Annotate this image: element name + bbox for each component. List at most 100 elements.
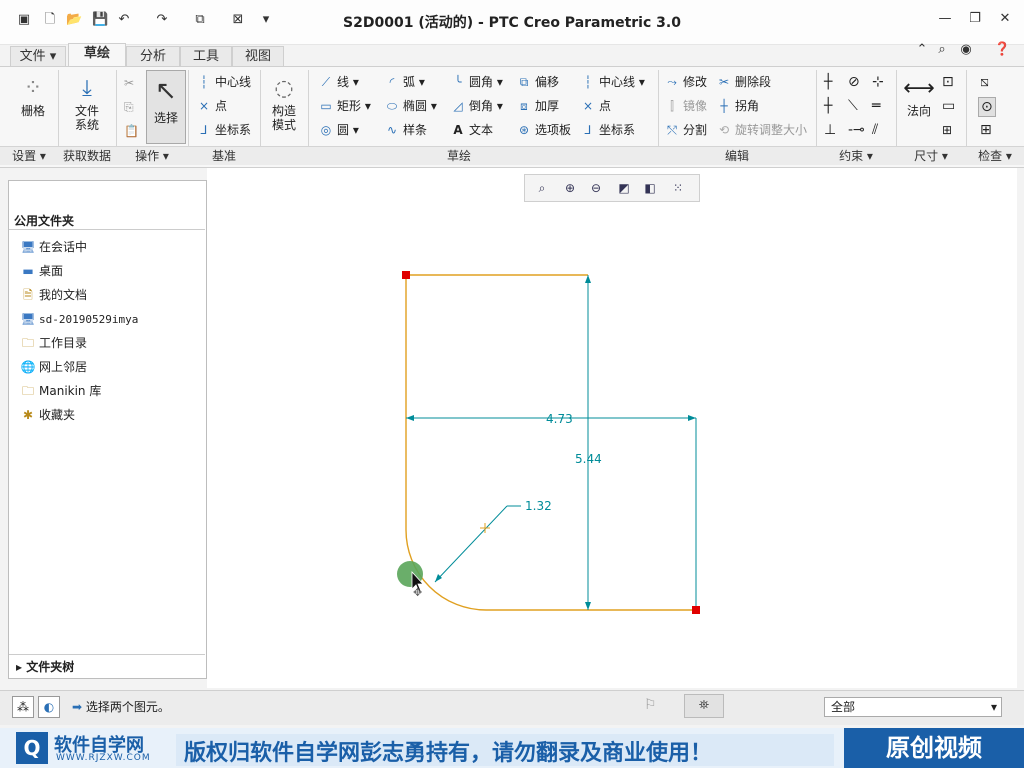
folder-item-desktop[interactable]: ▬ 桌面	[20, 261, 63, 281]
equal-constraint-icon[interactable]: ═	[872, 97, 880, 115]
mirror-button[interactable]: ⫿ 镜像	[664, 97, 707, 115]
group-inspect[interactable]: 检查 ▾	[966, 146, 1024, 165]
zoom-out-icon[interactable]: ⊖	[587, 179, 605, 197]
group-datum: 基准	[188, 146, 260, 165]
maximize-icon[interactable]: ❐	[966, 10, 984, 28]
folder-item-computer[interactable]: 🖥 sd-20190529imya	[20, 309, 138, 329]
rectangle-button[interactable]: ▭ 矩形 ▾	[318, 97, 371, 115]
dimension-radius[interactable]: 1.32	[525, 499, 552, 513]
folder-tree-toggle[interactable]: ▸ 文件夹树	[16, 658, 74, 675]
group-constrain[interactable]: 约束 ▾	[816, 146, 896, 165]
line-icon: ⟋	[321, 75, 331, 89]
navigator-toggle-icon[interactable]: ⁂	[12, 696, 34, 718]
sketch-centerline-button[interactable]: ┆ 中心线 ▾	[580, 73, 644, 91]
construction-mode-button[interactable]: ◌ 构造模式	[266, 74, 302, 132]
coincident-constraint-icon[interactable]: ⟍	[848, 97, 858, 115]
collapse-ribbon-icon[interactable]: ⌃	[914, 42, 930, 58]
selection-filter[interactable]: 全部 ▾	[824, 697, 1002, 717]
start-point[interactable]	[402, 271, 410, 279]
tab-tools[interactable]: 工具	[180, 46, 232, 67]
dimension-width[interactable]: 4.73	[546, 412, 573, 426]
baseline-icon[interactable]: ▭	[942, 97, 955, 115]
reference-icon[interactable]: ⊞	[942, 121, 952, 139]
community-icon[interactable]: ◉	[958, 42, 974, 58]
help-icon[interactable]: ❓	[994, 42, 1010, 58]
sketch-canvas[interactable]: 4.73 5.44 1.32 ✥	[207, 168, 1017, 688]
folder-item-manikin[interactable]: 🗀 Manikin 库	[20, 381, 101, 401]
paste-icon[interactable]: 📋	[124, 122, 139, 140]
perpendicular-constraint-icon[interactable]: ⊥	[824, 121, 836, 139]
spline-button[interactable]: ∿ 样条	[384, 121, 427, 139]
close-icon[interactable]: ✕	[996, 10, 1014, 28]
datum-point-button[interactable]: × 点	[196, 97, 227, 115]
palette-button[interactable]: ⊛ 选项板	[516, 121, 571, 139]
minimize-icon[interactable]: —	[936, 10, 954, 28]
datum-centerline-button[interactable]: ┆ 中心线	[196, 73, 251, 91]
parallel-constraint-icon[interactable]: ⫽	[872, 121, 878, 139]
display-style-icon[interactable]: ◧	[641, 179, 659, 197]
window-title: S2D0001 (活动的) - PTC Creo Parametric 3.0	[343, 15, 681, 31]
dimension-height[interactable]: 5.44	[575, 452, 602, 466]
group-dimension[interactable]: 尺寸 ▾	[896, 146, 966, 165]
tab-file[interactable]: 文件 ▾	[10, 46, 66, 67]
text-button[interactable]: A 文本	[450, 121, 493, 139]
fillet-button[interactable]: ╰ 圆角 ▾	[450, 73, 502, 91]
divide-button[interactable]: ⤲ 分割	[664, 121, 707, 139]
circle-icon: ◎	[320, 123, 332, 137]
ellipse-button[interactable]: ⬭ 椭圆 ▾	[384, 97, 437, 115]
csys-icon: ⅃	[200, 123, 208, 137]
symmetric-constraint-icon[interactable]: -⊸	[848, 121, 865, 139]
zoom-in-icon[interactable]: ⊕	[561, 179, 579, 197]
sketch-display-filter-icon[interactable]: ⁙	[669, 179, 687, 197]
flag-icon[interactable]: ⚐	[644, 697, 657, 713]
datum-csys-button[interactable]: ⅃ 坐标系	[196, 121, 251, 139]
group-setup[interactable]: 设置 ▾	[0, 146, 58, 165]
circle-button[interactable]: ◎ 圆 ▾	[318, 121, 359, 139]
normal-dimension-button[interactable]: ⟷ 法向	[900, 74, 938, 118]
chamfer-button[interactable]: ◿ 倒角 ▾	[450, 97, 502, 115]
file-system-button[interactable]: ⤓ 文件系统	[66, 74, 108, 132]
desktop-icon: ▬	[22, 264, 34, 278]
cursor-arrow-icon: ↖	[155, 76, 177, 106]
rotate-resize-button[interactable]: ⟲ 旋转调整大小	[716, 121, 807, 139]
horizontal-constraint-icon[interactable]: ┼	[824, 97, 832, 115]
sketch-point-button[interactable]: × 点	[580, 97, 611, 115]
shade-closed-loops-icon[interactable]: ⊞	[980, 121, 992, 139]
grid-button[interactable]: ⁘ 栅格	[14, 74, 52, 118]
thicken-button[interactable]: ⧈ 加厚	[516, 97, 559, 115]
offset-button[interactable]: ⧉ 偏移	[516, 73, 559, 91]
highlight-open-ends-icon[interactable]: ⊙	[978, 97, 996, 117]
browser-toggle-icon[interactable]: ◐	[38, 696, 60, 718]
vertical-constraint-icon[interactable]: ┼	[824, 73, 832, 91]
select-button[interactable]: ↖ 选择	[146, 70, 186, 144]
folder-item-session[interactable]: 🖥 在会话中	[20, 237, 87, 257]
cut-icon[interactable]: ✂	[124, 74, 134, 92]
folder-item-working-directory[interactable]: 🗀 工作目录	[20, 333, 87, 353]
delete-segment-button[interactable]: ✂ 删除段	[716, 73, 771, 91]
tab-sketch[interactable]: 草绘	[68, 43, 126, 67]
group-operations[interactable]: 操作 ▾	[116, 146, 188, 165]
sketch-csys-button[interactable]: ⅃ 坐标系	[580, 121, 635, 139]
repaint-icon[interactable]: ◩	[615, 179, 633, 197]
palette-icon: ⊛	[518, 123, 530, 137]
line-button[interactable]: ⟋ 线 ▾	[318, 73, 359, 91]
folder-item-favorites[interactable]: ✱ 收藏夹	[20, 405, 75, 425]
find-icon[interactable]: ⛯	[684, 694, 724, 718]
midpoint-constraint-icon[interactable]: ⊹	[872, 73, 884, 91]
corner-button[interactable]: ┼ 拐角	[716, 97, 759, 115]
modify-button[interactable]: ⤳ 修改	[664, 73, 707, 91]
tangent-constraint-icon[interactable]: ⊘	[848, 73, 860, 91]
folder-item-network[interactable]: 🌐 网上邻居	[20, 357, 88, 377]
refit-icon[interactable]: ⌕	[533, 179, 551, 197]
graphics-window[interactable]: 4.73 5.44 1.32 ✥	[207, 168, 1017, 688]
search-icon[interactable]: ⌕	[934, 42, 950, 58]
perimeter-icon[interactable]: ⊡	[942, 73, 954, 91]
tab-view[interactable]: 视图	[232, 46, 284, 67]
copy-icon[interactable]: ⎘	[124, 98, 134, 116]
arc-button[interactable]: ◜ 弧 ▾	[384, 73, 425, 91]
tab-analysis[interactable]: 分析	[126, 46, 180, 67]
folder-item-documents[interactable]: 🗎 我的文档	[20, 285, 87, 305]
overlapping-geometry-icon[interactable]: ⧅	[980, 73, 989, 91]
sketch-geometry[interactable]	[405, 274, 696, 611]
end-point[interactable]	[692, 606, 700, 614]
